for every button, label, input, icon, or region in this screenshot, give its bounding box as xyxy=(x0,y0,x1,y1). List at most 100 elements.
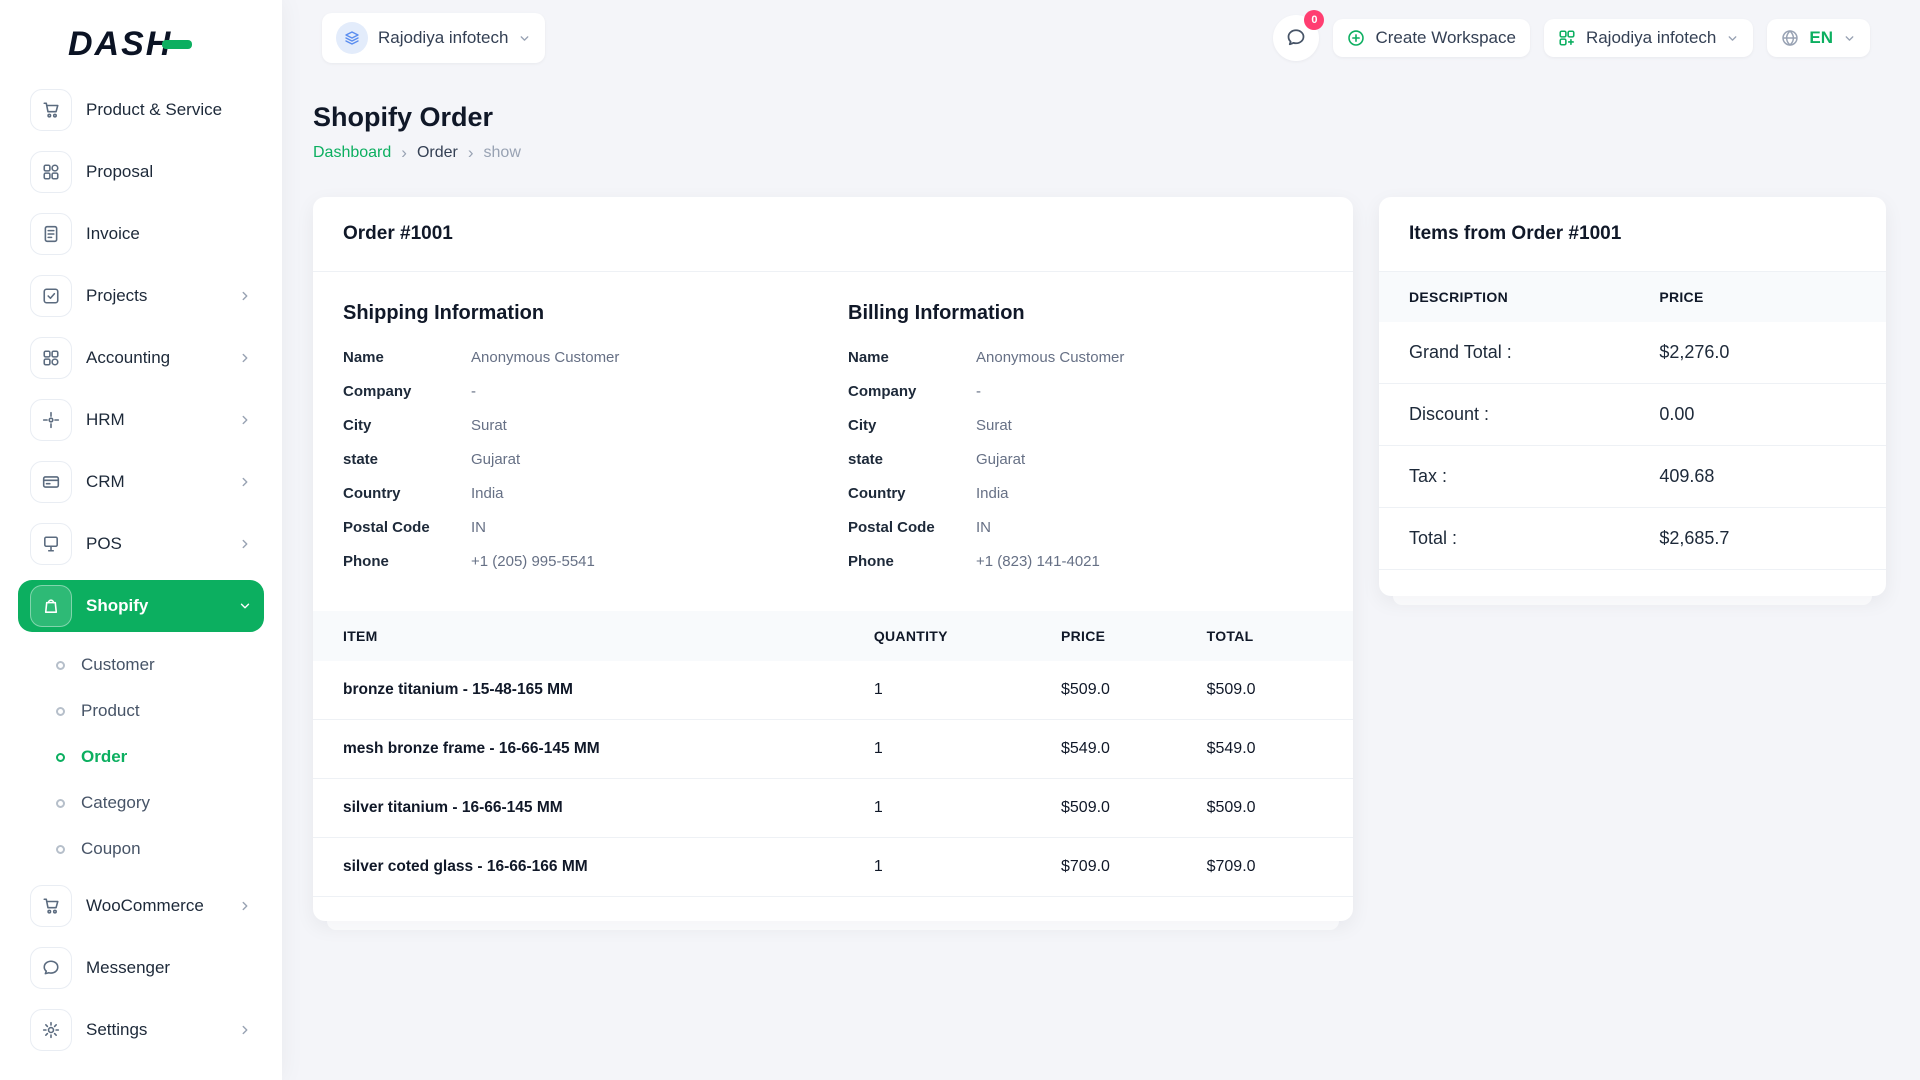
field-label: Name xyxy=(848,347,976,368)
item-price-cell: $509.0 xyxy=(1041,779,1187,838)
language-selector[interactable]: EN xyxy=(1767,19,1870,57)
sidebar-subitem-category[interactable]: Category xyxy=(46,780,264,826)
shipping-field-row: CitySurat xyxy=(343,415,818,436)
sidebar-subitem-order[interactable]: Order xyxy=(46,734,264,780)
sidebar-item-pos[interactable]: POS xyxy=(18,518,264,570)
summary-value: $2,276.0 xyxy=(1659,342,1729,363)
field-value: +1 (823) 141-4021 xyxy=(976,551,1100,572)
item-name-cell: bronze titanium - 15-48-165 MM xyxy=(313,661,854,720)
breadcrumb: Dashboard › Order › show xyxy=(313,143,1886,163)
projects-icon xyxy=(30,275,72,317)
sidebar-subitem-product[interactable]: Product xyxy=(46,688,264,734)
sidebar-item-settings[interactable]: Settings xyxy=(18,1004,264,1056)
field-label: City xyxy=(343,415,471,436)
chevron-down-icon xyxy=(1843,32,1856,45)
field-label: Country xyxy=(848,483,976,504)
field-value: Surat xyxy=(976,415,1012,436)
chevron-down-icon xyxy=(1726,32,1739,45)
field-label: Name xyxy=(343,347,471,368)
chevron-right-icon xyxy=(238,475,252,489)
field-value: India xyxy=(471,483,504,504)
chevron-right-icon xyxy=(238,413,252,427)
breadcrumb-order-link[interactable]: Order xyxy=(417,144,458,162)
accounting-icon xyxy=(30,337,72,379)
shopify-bag-icon xyxy=(30,585,72,627)
sidebar-item-accounting[interactable]: Accounting xyxy=(18,332,264,384)
summary-value: 0.00 xyxy=(1659,404,1694,425)
logo-text: DASH xyxy=(68,25,172,64)
field-value: Anonymous Customer xyxy=(976,347,1124,368)
summary-card-title: Items from Order #1001 xyxy=(1379,197,1886,272)
header-actions: 0 Create Workspace Rajodiya infotech xyxy=(1273,15,1870,61)
messages-button[interactable]: 0 xyxy=(1273,15,1319,61)
company-menu-label: Rajodiya infotech xyxy=(1586,28,1716,48)
sidebar-subitem-customer[interactable]: Customer xyxy=(46,642,264,688)
shipping-title: Shipping Information xyxy=(343,302,818,325)
summary-header-row: DESCRIPTION PRICE xyxy=(1379,272,1886,322)
bullet-icon xyxy=(56,661,65,670)
top-header: Rajodiya infotech 0 Create Workspace R xyxy=(282,0,1920,76)
sidebar-item-hrm[interactable]: HRM xyxy=(18,394,264,446)
order-item-row: bronze titanium - 15-48-165 MM 1 $509.0 … xyxy=(313,661,1353,720)
chevron-right-icon xyxy=(238,351,252,365)
field-label: Postal Code xyxy=(848,517,976,538)
sidebar-item-woocommerce[interactable]: WooCommerce xyxy=(18,880,264,932)
page-title: Shopify Order xyxy=(313,102,1886,133)
field-value: Surat xyxy=(471,415,507,436)
sidebar-item-product-service[interactable]: Product & Service xyxy=(18,84,264,136)
item-price-cell: $509.0 xyxy=(1041,661,1187,720)
order-item-row: silver titanium - 16-66-145 MM 1 $509.0 … xyxy=(313,779,1353,838)
sidebar-item-shopify[interactable]: Shopify xyxy=(18,580,264,632)
item-price-cell: $709.0 xyxy=(1041,838,1187,897)
cart-icon xyxy=(30,89,72,131)
breadcrumb-separator: › xyxy=(401,143,407,163)
gear-icon xyxy=(30,1009,72,1051)
sidebar-subitem-coupon[interactable]: Coupon xyxy=(46,826,264,872)
item-quantity-cell: 1 xyxy=(854,838,1041,897)
summary-label: Discount : xyxy=(1409,404,1659,425)
shopify-submenu: Customer Product Order Category Coupon xyxy=(18,642,264,880)
sidebar-item-projects[interactable]: Projects xyxy=(18,270,264,322)
bullet-icon xyxy=(56,845,65,854)
order-info: Shipping Information NameAnonymous Custo… xyxy=(313,272,1353,585)
item-total-cell: $509.0 xyxy=(1187,779,1353,838)
globe-icon xyxy=(1781,29,1799,47)
sidebar-item-label: HRM xyxy=(86,410,224,430)
proposal-icon xyxy=(30,151,72,193)
workspace-selector[interactable]: Rajodiya infotech xyxy=(322,13,545,63)
create-workspace-button[interactable]: Create Workspace xyxy=(1333,19,1529,57)
col-header-total: TOTAL xyxy=(1187,611,1353,661)
order-items-header-row: ITEM QUANTITY PRICE TOTAL xyxy=(313,611,1353,661)
sidebar-item-invoice[interactable]: Invoice xyxy=(18,208,264,260)
field-value: IN xyxy=(471,517,486,538)
order-item-row: mesh bronze frame - 16-66-145 MM 1 $549.… xyxy=(313,720,1353,779)
sidebar-item-label: Accounting xyxy=(86,348,224,368)
item-name-cell: silver titanium - 16-66-145 MM xyxy=(313,779,854,838)
sidebar-item-messenger[interactable]: Messenger xyxy=(18,942,264,994)
order-summary-card: Items from Order #1001 DESCRIPTION PRICE… xyxy=(1379,197,1886,596)
shipping-field-row: Phone+1 (205) 995-5541 xyxy=(343,551,818,572)
hrm-icon xyxy=(30,399,72,441)
shipping-field-row: Company- xyxy=(343,381,818,402)
item-quantity-cell: 1 xyxy=(854,779,1041,838)
cart-icon xyxy=(30,885,72,927)
field-label: Phone xyxy=(848,551,976,572)
messenger-icon xyxy=(30,947,72,989)
subitem-label: Product xyxy=(81,701,140,721)
item-quantity-cell: 1 xyxy=(854,720,1041,779)
chevron-right-icon xyxy=(238,1023,252,1037)
item-name-cell: mesh bronze frame - 16-66-145 MM xyxy=(313,720,854,779)
logo[interactable]: DASH xyxy=(18,0,264,84)
summary-row-discount: Discount : 0.00 xyxy=(1379,384,1886,446)
summary-label: Grand Total : xyxy=(1409,342,1659,363)
sidebar-item-proposal[interactable]: Proposal xyxy=(18,146,264,198)
summary-row-grand-total: Grand Total : $2,276.0 xyxy=(1379,322,1886,384)
breadcrumb-dashboard-link[interactable]: Dashboard xyxy=(313,144,391,162)
messages-badge: 0 xyxy=(1304,10,1324,30)
company-menu[interactable]: Rajodiya infotech xyxy=(1544,19,1753,57)
sidebar-item-crm[interactable]: CRM xyxy=(18,456,264,508)
logo-dash-icon xyxy=(162,40,192,49)
breadcrumb-current: show xyxy=(484,144,521,162)
shipping-field-row: stateGujarat xyxy=(343,449,818,470)
field-label: Phone xyxy=(343,551,471,572)
